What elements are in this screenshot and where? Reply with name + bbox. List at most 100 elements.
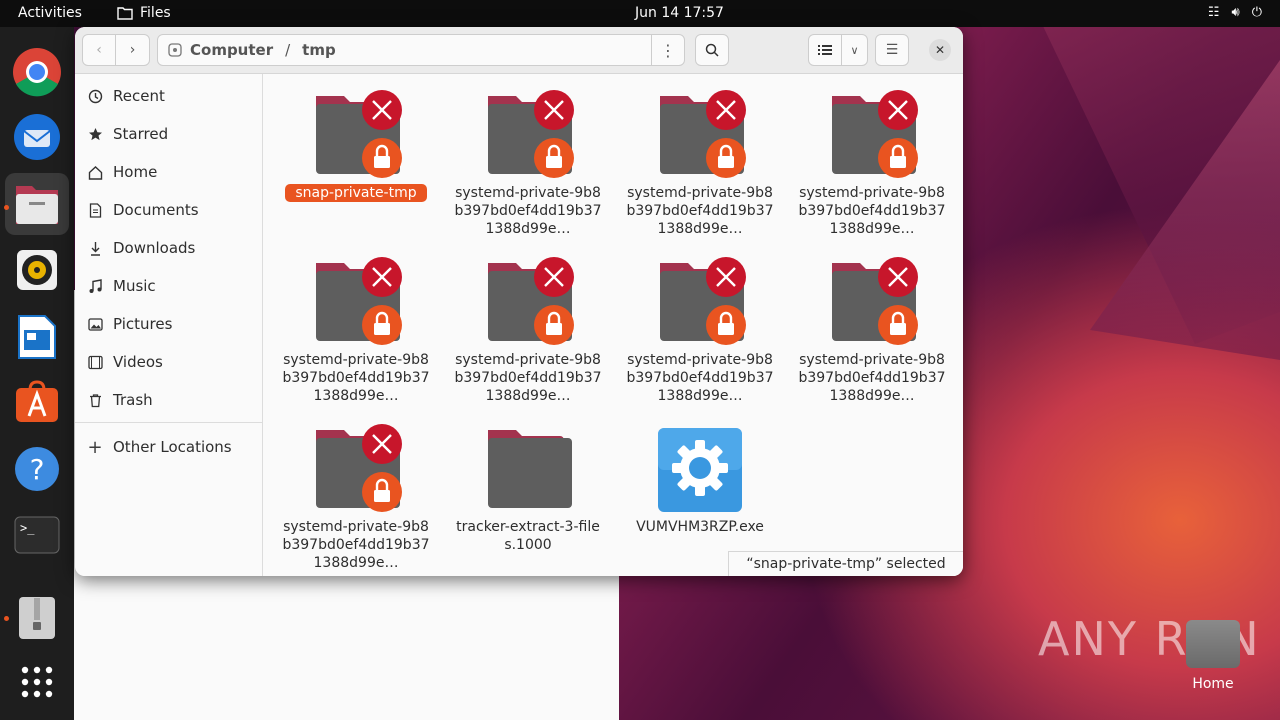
locked-folder-icon (614, 255, 786, 347)
file-name: snap-private-tmp (285, 184, 427, 202)
thunderbird-launcher[interactable] (12, 112, 62, 162)
sidebar-item-home[interactable]: Home (87, 157, 157, 187)
path-bar[interactable]: Computer / tmp ⋮ (157, 34, 685, 66)
file-name: tracker-extract-3-files.1000 (456, 519, 600, 553)
sidebar-item-trash[interactable]: Trash (87, 385, 153, 415)
sidebar-item-documents[interactable]: Documents (87, 195, 199, 225)
list-view-icon (818, 45, 832, 55)
picture-icon (87, 316, 103, 332)
terminal-icon: >_ (14, 516, 60, 554)
sidebar-item-music[interactable]: Music (87, 271, 156, 301)
file-name: systemd-private-9b8b397bd0ef4dd19b371388… (798, 352, 946, 404)
music-icon (87, 278, 103, 294)
files-launcher[interactable] (5, 173, 69, 235)
search-button[interactable] (695, 34, 729, 66)
close-button[interactable]: ✕ (929, 39, 951, 61)
breadcrumb-tmp[interactable]: tmp (302, 41, 336, 59)
sidebar-item-other-locations[interactable]: + Other Locations (87, 432, 232, 462)
chevron-right-icon: › (129, 42, 136, 58)
locked-folder-icon (786, 88, 958, 180)
show-apps-button[interactable] (12, 657, 62, 707)
app-center-launcher[interactable] (12, 377, 62, 427)
clock[interactable]: Jun 14 17:57 (635, 5, 724, 21)
home-icon (87, 164, 103, 180)
folder-item[interactable]: systemd-private-9b8b397bd0ef4dd19b371388… (614, 88, 786, 238)
view-list-button[interactable] (808, 34, 842, 66)
view-options-button[interactable]: ∨ (841, 34, 868, 66)
power-icon: ⏻ (1251, 5, 1262, 20)
back-button[interactable]: ‹ (82, 34, 116, 66)
archive-launcher[interactable] (12, 593, 62, 643)
svg-text:?: ? (30, 453, 45, 486)
system-tray[interactable]: ☷ 🔊︎ ⏻ (1208, 5, 1262, 20)
activities-button[interactable]: Activities (18, 5, 82, 21)
app-center-icon (16, 380, 58, 422)
hamburger-icon: ☰ (885, 42, 899, 58)
file-grid: snap-private-tmp systemd-private-9b8b397b… (263, 74, 963, 576)
files-icon (16, 186, 58, 224)
sidebar-item-videos[interactable]: Videos (87, 347, 163, 377)
app-menu[interactable]: Files (117, 5, 171, 21)
app-grid-icon (21, 666, 53, 698)
folder-item[interactable]: systemd-private-9b8b397bd0ef4dd19b371388… (786, 255, 958, 405)
help-launcher[interactable]: ? (12, 444, 62, 494)
chevron-left-icon: ‹ (96, 42, 102, 58)
file-name: systemd-private-9b8b397bd0ef4dd19b371388… (626, 352, 774, 404)
folder-icon (117, 7, 133, 20)
sidebar-item-label: Other Locations (113, 438, 232, 456)
sidebar-item-recent[interactable]: Recent (87, 81, 165, 111)
terminal-launcher[interactable]: >_ (12, 510, 62, 560)
download-icon (87, 240, 103, 256)
rhythmbox-launcher[interactable] (12, 245, 62, 295)
locked-folder-icon (270, 255, 442, 347)
breadcrumb-computer[interactable]: Computer (190, 41, 273, 59)
folder-item[interactable]: systemd-private-9b8b397bd0ef4dd19b371388… (442, 88, 614, 238)
sidebar: Recent Starred Home Documents Downloads Music… (75, 74, 263, 576)
forward-button[interactable]: › (115, 34, 150, 66)
chrome-launcher[interactable] (12, 47, 62, 97)
main-menu-button[interactable]: ☰ (875, 34, 909, 66)
file-name: systemd-private-9b8b397bd0ef4dd19b371388… (626, 185, 774, 237)
desktop-home-label: Home (1192, 676, 1234, 692)
path-menu-button[interactable]: ⋮ (652, 41, 684, 60)
file-item[interactable]: VUMVHM3RZP.exe (614, 422, 786, 536)
chrome-icon (13, 48, 61, 97)
sidebar-item-pictures[interactable]: Pictures (87, 309, 172, 339)
folder-item[interactable]: systemd-private-9b8b397bd0ef4dd19b371388… (614, 255, 786, 405)
sidebar-item-label: Videos (113, 353, 163, 371)
executable-gear-icon (614, 422, 786, 514)
close-icon: ✕ (934, 43, 946, 57)
top-bar: Activities Files Jun 14 17:57 ☷ 🔊︎ ⏻ (0, 0, 1280, 27)
file-name: systemd-private-9b8b397bd0ef4dd19b371388… (454, 352, 602, 404)
status-bar: “snap-private-tmp” selected (728, 551, 963, 576)
plus-icon: + (87, 436, 103, 458)
dock: ? >_ (0, 27, 74, 720)
writer-launcher[interactable] (12, 312, 62, 362)
file-name: systemd-private-9b8b397bd0ef4dd19b371388… (282, 352, 430, 404)
rhythmbox-icon (17, 250, 57, 290)
desktop-home[interactable]: Home (1184, 620, 1242, 692)
locked-folder-icon (786, 255, 958, 347)
locked-folder-icon (614, 88, 786, 180)
disk-icon (168, 43, 182, 57)
network-icon: ☷ (1207, 5, 1220, 20)
document-icon (87, 202, 103, 218)
thunderbird-icon (14, 114, 60, 160)
volume-icon: 🔊︎ (1231, 5, 1240, 20)
folder-icon (442, 422, 614, 514)
search-icon (705, 43, 719, 57)
folder-item[interactable]: snap-private-tmp (270, 88, 442, 202)
folder-item[interactable]: systemd-private-9b8b397bd0ef4dd19b371388… (270, 255, 442, 405)
folder-item[interactable]: systemd-private-9b8b397bd0ef4dd19b371388… (442, 255, 614, 405)
file-name: systemd-private-9b8b397bd0ef4dd19b371388… (454, 185, 602, 237)
running-indicator (4, 616, 9, 621)
archive-icon (19, 597, 55, 639)
file-name: systemd-private-9b8b397bd0ef4dd19b371388… (282, 519, 430, 571)
sidebar-item-label: Starred (113, 125, 169, 143)
folder-item[interactable]: tracker-extract-3-files.1000 (442, 422, 614, 554)
sidebar-item-starred[interactable]: Starred (87, 119, 168, 149)
folder-item[interactable]: systemd-private-9b8b397bd0ef4dd19b371388… (270, 422, 442, 572)
folder-item[interactable]: systemd-private-9b8b397bd0ef4dd19b371388… (786, 88, 958, 238)
sidebar-item-downloads[interactable]: Downloads (87, 233, 195, 263)
files-window: ‹ › Computer / tmp ⋮ ∨ ☰ ✕ Recent Starred… (75, 27, 963, 576)
